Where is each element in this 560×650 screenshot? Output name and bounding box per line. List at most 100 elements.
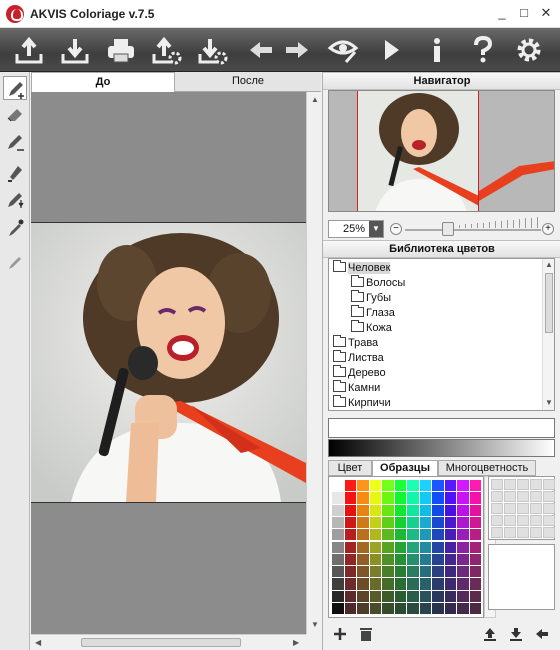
palette-swatch[interactable] [332, 516, 344, 529]
palette-swatch[interactable] [344, 590, 356, 602]
image-canvas[interactable] [31, 92, 306, 634]
palette-swatch[interactable] [382, 492, 394, 504]
palette-swatch[interactable] [344, 553, 356, 566]
custom-color-slot[interactable] [530, 503, 542, 514]
palette-swatch[interactable] [419, 492, 431, 504]
palette-swatch[interactable] [394, 504, 406, 516]
custom-color-slot[interactable] [530, 527, 542, 538]
tab-after[interactable]: После [175, 72, 321, 92]
palette-swatch[interactable] [332, 492, 344, 504]
delete-color-button[interactable] [357, 625, 375, 643]
zoom-slider-thumb[interactable] [442, 222, 455, 236]
palette-swatch[interactable] [382, 541, 394, 553]
eraser-tool[interactable] [3, 102, 27, 126]
palette-swatch[interactable] [432, 566, 444, 578]
palette-swatch[interactable] [357, 504, 369, 516]
palette-swatch[interactable] [344, 541, 356, 553]
palette-swatch[interactable] [407, 553, 419, 566]
undo-button[interactable] [244, 34, 278, 66]
bucket-tool[interactable] [3, 160, 27, 184]
palette-swatch[interactable] [344, 603, 356, 615]
palette-swatch[interactable] [419, 516, 431, 529]
tree-scroll-thumb[interactable] [545, 273, 553, 333]
palette-swatch[interactable] [332, 590, 344, 602]
close-button[interactable]: ✕ [538, 5, 554, 21]
palette-swatch[interactable] [357, 566, 369, 578]
navigator-preview[interactable] [328, 90, 555, 212]
palette-swatch[interactable] [394, 603, 406, 615]
palette-swatch[interactable] [332, 504, 344, 516]
palette-swatch[interactable] [444, 590, 456, 602]
palette-swatch[interactable] [357, 590, 369, 602]
library-item[interactable]: Волосы [351, 275, 405, 291]
palette-swatch[interactable] [344, 578, 356, 590]
custom-color-slot[interactable] [491, 491, 503, 502]
palette-swatch[interactable] [344, 504, 356, 516]
palette-swatch[interactable] [394, 516, 406, 529]
palette-swatch[interactable] [457, 529, 469, 541]
canvas-vertical-scrollbar[interactable]: ▲ ▼ [306, 92, 321, 634]
library-item[interactable]: Кирпичи [333, 395, 391, 410]
custom-color-slot[interactable] [543, 491, 555, 502]
custom-color-slot[interactable] [504, 515, 516, 526]
palette-swatch[interactable] [357, 603, 369, 615]
palette-swatch[interactable] [419, 504, 431, 516]
palette-swatch[interactable] [407, 541, 419, 553]
palette-swatch[interactable] [344, 566, 356, 578]
palette-swatch[interactable] [369, 529, 381, 541]
palette-swatch[interactable] [369, 541, 381, 553]
palette-swatch[interactable] [357, 480, 369, 492]
custom-color-slot[interactable] [543, 527, 555, 538]
zoom-select[interactable]: 25% ▼ [328, 220, 384, 238]
custom-color-slot[interactable] [491, 503, 503, 514]
palette-swatch[interactable] [457, 516, 469, 529]
library-item[interactable]: Камни [333, 380, 380, 396]
custom-color-slot[interactable] [504, 503, 516, 514]
hand-pen-tool[interactable] [3, 250, 27, 274]
palette-swatch[interactable] [469, 566, 481, 578]
palette-swatch[interactable] [357, 553, 369, 566]
palette-swatch[interactable] [419, 553, 431, 566]
palette-swatch[interactable] [344, 492, 356, 504]
palette-swatch[interactable] [419, 566, 431, 578]
palette-swatch[interactable] [457, 566, 469, 578]
palette-swatch[interactable] [407, 480, 419, 492]
palette-swatch[interactable] [469, 553, 481, 566]
library-item[interactable]: Кожа [351, 320, 392, 336]
palette-swatch[interactable] [444, 541, 456, 553]
palette-swatch[interactable] [394, 492, 406, 504]
palette-swatch[interactable] [369, 590, 381, 602]
selected-color-swatch[interactable] [328, 418, 555, 438]
back-button[interactable] [533, 625, 551, 643]
custom-color-slot[interactable] [530, 491, 542, 502]
palette-swatch[interactable] [432, 553, 444, 566]
palette-swatch[interactable] [444, 578, 456, 590]
palette-swatch[interactable] [469, 504, 481, 516]
palette-swatch[interactable] [332, 566, 344, 578]
scroll-down-icon[interactable]: ▼ [311, 620, 319, 629]
palette-swatch[interactable] [407, 492, 419, 504]
custom-color-slot[interactable] [504, 479, 516, 490]
palette-swatch[interactable] [394, 578, 406, 590]
palette-swatch[interactable] [382, 566, 394, 578]
show-strokes-button[interactable] [326, 34, 360, 66]
palette-swatch[interactable] [444, 566, 456, 578]
palette-swatch[interactable] [332, 578, 344, 590]
palette-swatch[interactable] [344, 529, 356, 541]
palette-swatch[interactable] [382, 529, 394, 541]
palette-swatch[interactable] [394, 590, 406, 602]
palette-swatch[interactable] [419, 590, 431, 602]
palette-swatch[interactable] [469, 603, 481, 615]
magic-tube-tool[interactable] [3, 188, 27, 212]
add-color-button[interactable] [331, 625, 349, 643]
palette-swatch[interactable] [432, 541, 444, 553]
custom-color-slot[interactable] [491, 515, 503, 526]
custom-color-slot[interactable] [517, 515, 529, 526]
palette-swatch[interactable] [444, 504, 456, 516]
palette-swatch[interactable] [432, 492, 444, 504]
palette-swatch[interactable] [394, 566, 406, 578]
palette-swatch[interactable] [357, 529, 369, 541]
palette-swatch[interactable] [382, 553, 394, 566]
library-item[interactable]: Глаза [351, 305, 395, 321]
minimize-button[interactable]: _ [494, 5, 510, 21]
